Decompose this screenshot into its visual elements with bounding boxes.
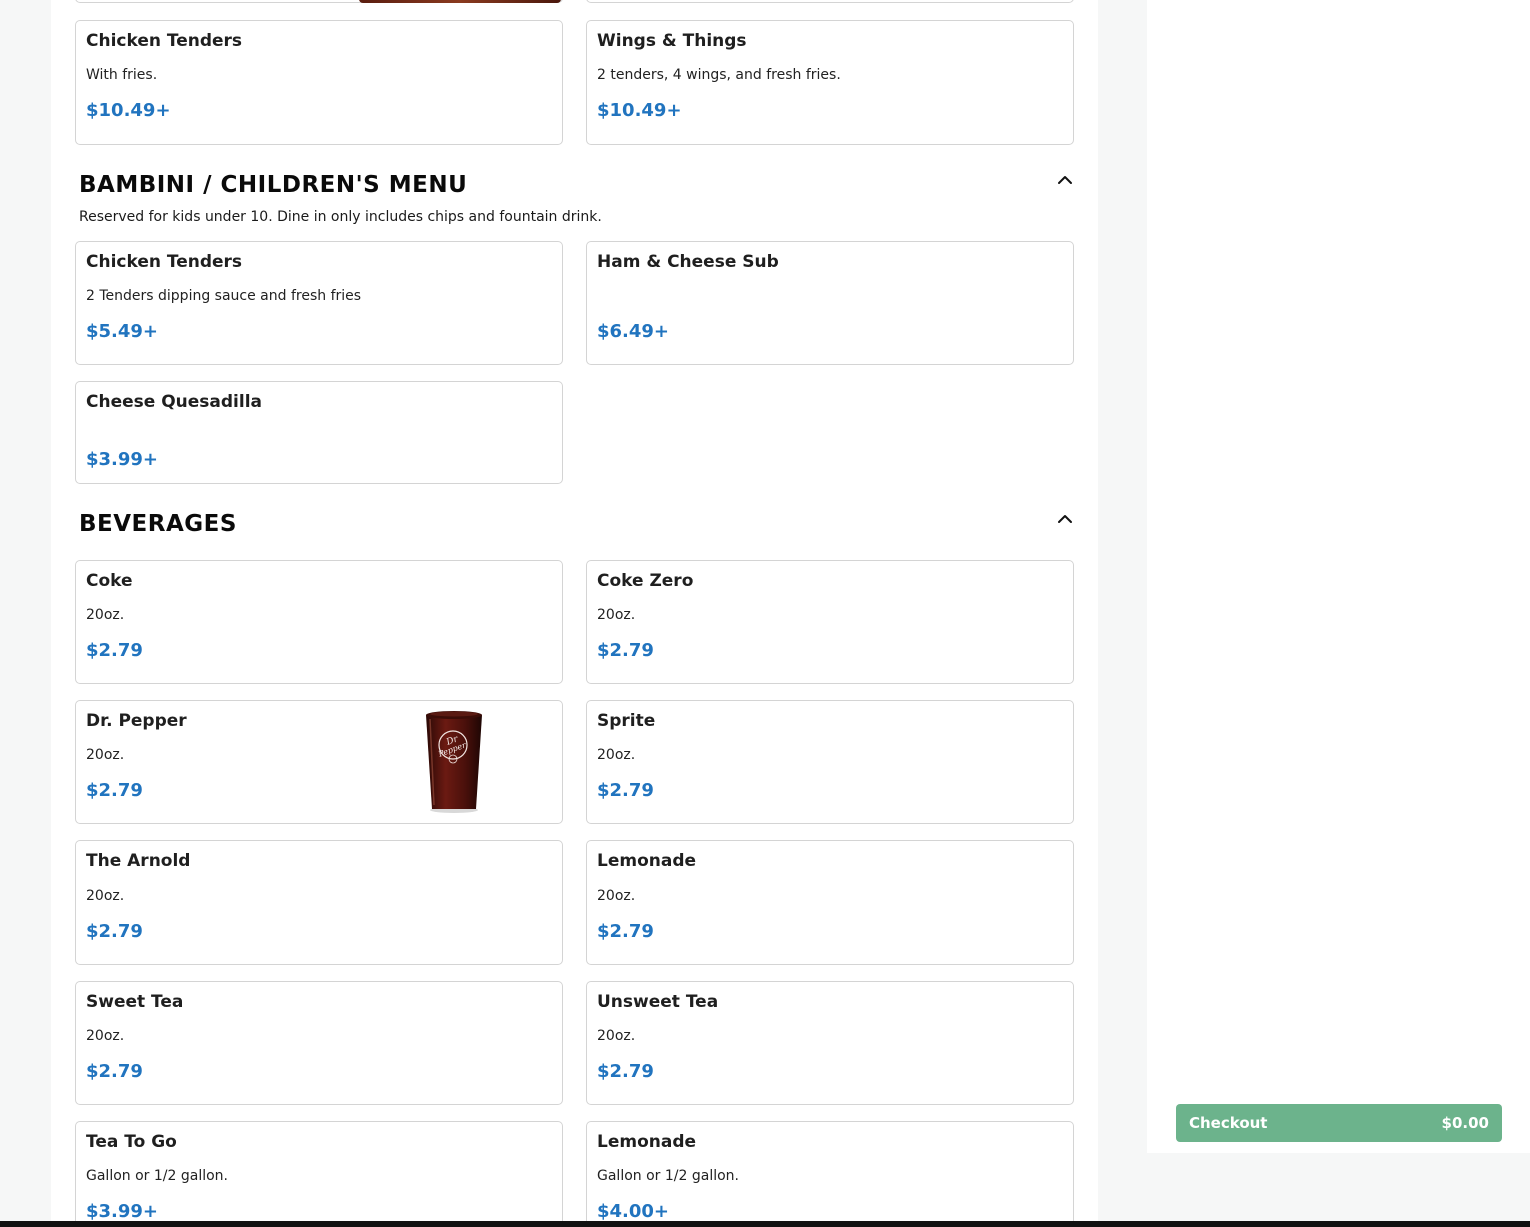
menu-item-kids-chicken-tenders[interactable]: Chicken Tenders 2 Tenders dipping sauce … [75,241,563,365]
menu-item-image-partial [359,0,561,3]
menu-item-card-partial[interactable] [586,0,1074,3]
item-description: 20oz. [86,1028,125,1044]
item-price: $3.99+ [86,449,159,470]
item-name: Coke [86,571,133,591]
menu-item-the-arnold[interactable]: The Arnold 20oz. $2.79 [75,840,563,965]
menu-item-unsweet-tea[interactable]: Unsweet Tea 20oz. $2.79 [586,981,1074,1105]
item-description: 20oz. [597,607,636,623]
item-price: $2.79 [86,1061,143,1082]
item-price: $2.79 [597,921,654,942]
item-price: $2.79 [597,640,654,661]
menu-item-dr-pepper[interactable]: Dr. Pepper 20oz. $2.79 Dr Pepper [75,700,563,824]
item-description: 20oz. [86,888,125,904]
menu-item-lemonade-20oz[interactable]: Lemonade 20oz. $2.79 [586,840,1074,965]
chevron-up-icon[interactable] [1055,509,1075,529]
item-price: $4.00+ [597,1201,670,1222]
menu-item-ham-cheese-sub[interactable]: Ham & Cheese Sub $6.49+ [586,241,1074,365]
item-name: Wings & Things [597,31,747,51]
item-name: Coke Zero [597,571,694,591]
section-title-beverages: BEVERAGES [79,511,237,537]
item-name: Cheese Quesadilla [86,392,263,412]
item-price: $3.99+ [86,1201,159,1222]
menu-item-coke[interactable]: Coke 20oz. $2.79 [75,560,563,684]
item-price: $2.79 [86,640,143,661]
item-price: $2.79 [86,921,143,942]
menu-item-coke-zero[interactable]: Coke Zero 20oz. $2.79 [586,560,1074,684]
item-description: 2 tenders, 4 wings, and fresh fries. [597,67,841,83]
item-price: $5.49+ [86,321,159,342]
item-description: 20oz. [597,888,636,904]
item-price: $2.79 [597,780,654,801]
item-description: 20oz. [86,747,125,763]
menu-item-sweet-tea[interactable]: Sweet Tea 20oz. $2.79 [75,981,563,1105]
item-description: 20oz. [86,607,125,623]
item-description: Gallon or 1/2 gallon. [86,1168,228,1184]
item-name: Sprite [597,711,656,731]
cart-panel [1147,0,1530,1153]
window-bottom-edge [0,1221,1530,1227]
item-price: $10.49+ [86,100,171,121]
menu-item-tea-to-go[interactable]: Tea To Go Gallon or 1/2 gallon. $3.99+ [75,1121,563,1227]
menu-item-lemonade-gallon[interactable]: Lemonade Gallon or 1/2 gallon. $4.00+ [586,1121,1074,1227]
checkout-button[interactable]: Checkout $0.00 [1176,1104,1502,1142]
chevron-up-icon[interactable] [1055,170,1075,190]
item-price: $2.79 [86,780,143,801]
item-name: Unsweet Tea [597,992,719,1012]
section-title-bambini: BAMBINI / CHILDREN'S MENU [79,172,468,198]
item-description: 20oz. [597,747,636,763]
item-name: Lemonade [597,1132,697,1152]
item-name: The Arnold [86,851,191,871]
checkout-total: $0.00 [1441,1114,1489,1132]
item-name: Ham & Cheese Sub [597,252,779,272]
item-name: Sweet Tea [86,992,184,1012]
item-price: $2.79 [597,1061,654,1082]
item-description: With fries. [86,67,158,83]
item-name: Chicken Tenders [86,252,243,272]
section-description-bambini: Reserved for kids under 10. Dine in only… [79,209,602,225]
item-name: Dr. Pepper [86,711,187,731]
menu-item-wings-and-things[interactable]: Wings & Things 2 tenders, 4 wings, and f… [586,20,1074,145]
item-description: 20oz. [597,1028,636,1044]
menu-item-sprite[interactable]: Sprite 20oz. $2.79 [586,700,1074,824]
menu-item-cheese-quesadilla[interactable]: Cheese Quesadilla $3.99+ [75,381,563,484]
item-price: $10.49+ [597,100,682,121]
item-price: $6.49+ [597,321,670,342]
item-name: Tea To Go [86,1132,177,1152]
dr-pepper-cup-image: Dr Pepper [426,711,482,813]
item-name: Lemonade [597,851,697,871]
menu-panel: Chicken Tenders With fries. $10.49+ Wing… [51,0,1098,1227]
item-description: 2 Tenders dipping sauce and fresh fries [86,288,362,304]
item-name: Chicken Tenders [86,31,243,51]
menu-item-chicken-tenders[interactable]: Chicken Tenders With fries. $10.49+ [75,20,563,145]
item-description: Gallon or 1/2 gallon. [597,1168,739,1184]
checkout-label: Checkout [1189,1114,1268,1132]
